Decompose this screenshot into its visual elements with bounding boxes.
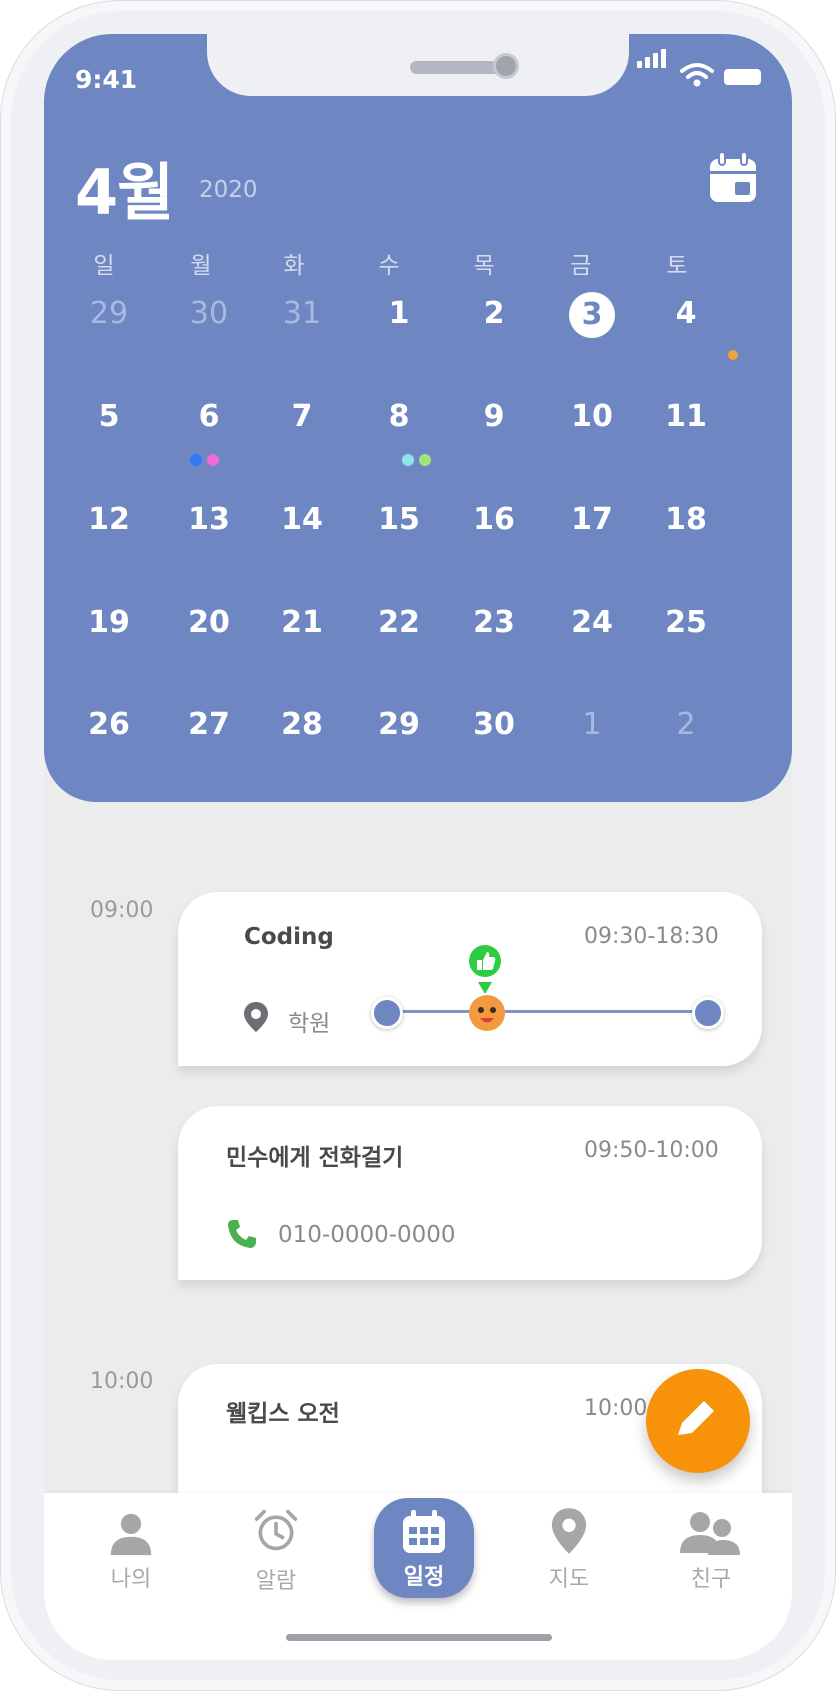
calendar-day[interactable]: 31 bbox=[267, 296, 337, 331]
calendar-day[interactable]: 11 bbox=[651, 399, 721, 434]
event-dot bbox=[402, 454, 414, 466]
battery-icon bbox=[724, 69, 761, 85]
calendar-day[interactable]: 21 bbox=[267, 605, 337, 640]
device-notch bbox=[207, 34, 629, 96]
wifi-icon bbox=[680, 63, 714, 87]
time-slot-label: 09:00 bbox=[90, 898, 154, 923]
calendar-day[interactable]: 16 bbox=[459, 502, 529, 537]
thumbs-up-marker-icon bbox=[469, 945, 501, 994]
progress-avatar-icon bbox=[469, 995, 505, 1031]
event-title: 웰킵스 오전 bbox=[226, 1401, 340, 1427]
event-title: 민수에게 전화걸기 bbox=[226, 1145, 404, 1171]
tab-label: 친구 bbox=[690, 1567, 732, 1592]
event-location: 학원 bbox=[288, 1011, 331, 1037]
calendar-day[interactable]: 1 bbox=[364, 296, 434, 331]
calendar-day[interactable]: 12 bbox=[74, 502, 144, 537]
calendar-icon bbox=[403, 1510, 445, 1553]
calendar-day[interactable]: 17 bbox=[557, 502, 627, 537]
calendar-day[interactable]: 14 bbox=[267, 502, 337, 537]
status-time: 9:41 bbox=[75, 65, 138, 94]
calendar-day[interactable]: 29 bbox=[364, 707, 434, 742]
location-pin-icon bbox=[244, 1002, 268, 1032]
phone-frame: 9:41 4월 2020 일 월 화 수 목 금 토 29 30 31 1 2 … bbox=[0, 0, 836, 1691]
pencil-icon bbox=[678, 1401, 714, 1435]
person-icon bbox=[110, 1513, 152, 1556]
event-time: 09:30-18:30 bbox=[584, 924, 719, 949]
event-card[interactable]: 민수에게 전화걸기 09:50-10:00 010-0000-0000 bbox=[178, 1106, 762, 1280]
calendar-day[interactable]: 24 bbox=[557, 605, 627, 640]
calendar-day[interactable]: 30 bbox=[459, 707, 529, 742]
event-dot bbox=[728, 350, 738, 360]
calendar-day[interactable]: 7 bbox=[267, 399, 337, 434]
calendar-day[interactable]: 8 bbox=[364, 399, 434, 434]
friends-icon bbox=[680, 1512, 740, 1555]
calendar-day[interactable]: 18 bbox=[651, 502, 721, 537]
event-card[interactable]: Coding 09:30-18:30 학원 bbox=[178, 892, 762, 1066]
calendar-day[interactable]: 6 bbox=[174, 399, 244, 434]
progress-track bbox=[386, 1010, 706, 1013]
weekday-tue: 화 bbox=[283, 253, 305, 279]
event-time: 09:50-10:00 bbox=[584, 1138, 719, 1163]
calendar-day[interactable]: 29 bbox=[74, 296, 144, 331]
progress-start-node bbox=[371, 997, 403, 1029]
tab-label: 일정 bbox=[403, 1565, 445, 1590]
year-label: 2020 bbox=[199, 177, 258, 203]
weekday-wed: 수 bbox=[378, 253, 400, 279]
alarm-clock-icon bbox=[254, 1509, 298, 1551]
event-dot bbox=[419, 454, 431, 466]
calendar-day[interactable]: 5 bbox=[74, 399, 144, 434]
calendar-day[interactable]: 23 bbox=[459, 605, 529, 640]
map-pin-icon bbox=[551, 1508, 587, 1554]
calendar-header: 9:41 4월 2020 일 월 화 수 목 금 토 29 30 31 1 2 … bbox=[44, 34, 792, 802]
event-phone-number: 010-0000-0000 bbox=[278, 1222, 456, 1248]
calendar-day[interactable]: 28 bbox=[267, 707, 337, 742]
event-dot bbox=[190, 454, 202, 466]
event-title: Coding bbox=[244, 924, 334, 950]
calendar-day[interactable]: 10 bbox=[557, 399, 627, 434]
phone-icon[interactable] bbox=[226, 1218, 258, 1250]
tab-label: 알람 bbox=[255, 1569, 297, 1594]
event-time: 10:00 bbox=[584, 1396, 648, 1421]
month-title: 4월 bbox=[75, 156, 174, 229]
weekday-sat: 토 bbox=[666, 253, 688, 279]
calendar-day[interactable]: 13 bbox=[174, 502, 244, 537]
front-camera bbox=[493, 53, 519, 79]
tab-label: 지도 bbox=[548, 1567, 590, 1592]
weekday-sun: 일 bbox=[93, 253, 115, 279]
calendar-day[interactable]: 4 bbox=[651, 296, 721, 331]
weekday-thu: 목 bbox=[473, 253, 495, 279]
calendar-day[interactable]: 2 bbox=[651, 707, 721, 742]
calendar-day-today[interactable]: 3 bbox=[569, 292, 615, 338]
calendar-day[interactable]: 22 bbox=[364, 605, 434, 640]
calendar-day[interactable]: 9 bbox=[459, 399, 529, 434]
calendar-day[interactable]: 1 bbox=[557, 707, 627, 742]
time-slot-label: 10:00 bbox=[90, 1369, 154, 1394]
weekday-mon: 월 bbox=[190, 253, 212, 279]
calendar-day[interactable]: 19 bbox=[74, 605, 144, 640]
home-indicator bbox=[286, 1634, 552, 1641]
edit-fab-button[interactable] bbox=[646, 1369, 750, 1473]
calendar-view-icon[interactable] bbox=[709, 151, 757, 203]
calendar-day[interactable]: 2 bbox=[459, 296, 529, 331]
event-dot bbox=[207, 454, 219, 466]
tab-label: 나의 bbox=[110, 1567, 152, 1592]
calendar-day[interactable]: 25 bbox=[651, 605, 721, 640]
progress-end-node bbox=[692, 997, 724, 1029]
calendar-day[interactable]: 27 bbox=[174, 707, 244, 742]
calendar-day[interactable]: 30 bbox=[174, 296, 244, 331]
calendar-day[interactable]: 26 bbox=[74, 707, 144, 742]
weekday-fri: 금 bbox=[570, 253, 592, 279]
calendar-day[interactable]: 20 bbox=[174, 605, 244, 640]
screen: 9:41 4월 2020 일 월 화 수 목 금 토 29 30 31 1 2 … bbox=[44, 34, 792, 1660]
weekday-row: 일 월 화 수 목 금 토 bbox=[44, 246, 792, 286]
calendar-day[interactable]: 15 bbox=[364, 502, 434, 537]
